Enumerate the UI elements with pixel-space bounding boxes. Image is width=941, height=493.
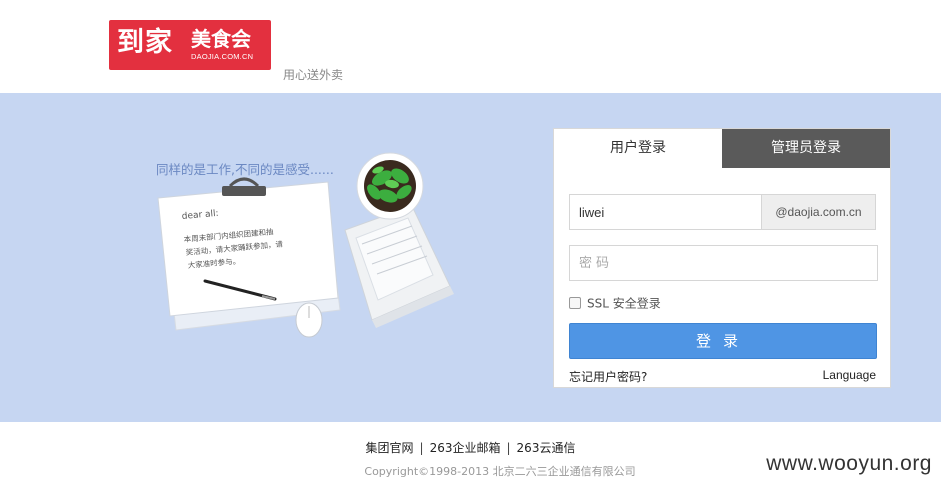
header: 到家 美食会 DAOJIA.COM.CN 用心送外卖 bbox=[0, 0, 941, 93]
watermark-text: www.wooyun.org bbox=[766, 452, 932, 475]
username-input[interactable] bbox=[570, 195, 768, 229]
slogan: 用心送外卖 bbox=[283, 68, 344, 82]
footer-separator: | bbox=[419, 441, 424, 455]
password-input[interactable] bbox=[570, 246, 877, 280]
login-button[interactable]: 登录 bbox=[569, 323, 877, 359]
ssl-checkbox[interactable] bbox=[569, 296, 581, 309]
login-panel: 用户登录 管理员登录 @daojia.com.cn SSL 安全登录 登录 忘记… bbox=[553, 128, 891, 388]
brand-logo[interactable]: 到家 美食会 DAOJIA.COM.CN bbox=[109, 20, 271, 70]
ssl-option[interactable]: SSL 安全登录 bbox=[569, 295, 661, 311]
password-group bbox=[569, 245, 878, 281]
logo-domain-text: DAOJIA.COM.CN bbox=[191, 52, 254, 61]
footer-link-263-cloud[interactable]: 263云通信 bbox=[517, 441, 576, 455]
language-link[interactable]: Language bbox=[823, 368, 876, 382]
ssl-label: SSL 安全登录 bbox=[587, 296, 661, 311]
logo-main-text: 到家 bbox=[117, 27, 173, 58]
login-banner: 同样的是工作,不同的是感受...... dear all: 本周末部门内组织团建… bbox=[0, 93, 941, 422]
footer-link-group-site[interactable]: 集团官网 bbox=[366, 441, 414, 455]
desk-illustration: dear all: 本周末部门内组织团建和抽 奖活动，请大家踊跃参加，请 大家准… bbox=[157, 152, 454, 338]
email-domain-suffix: @daojia.com.cn bbox=[761, 195, 875, 229]
username-group: @daojia.com.cn bbox=[569, 194, 876, 230]
footer-link-263-mail[interactable]: 263企业邮箱 bbox=[430, 441, 501, 455]
footer-separator: | bbox=[506, 441, 511, 455]
tab-admin-login[interactable]: 管理员登录 bbox=[722, 129, 890, 168]
tab-user-login[interactable]: 用户登录 bbox=[554, 129, 722, 168]
forgot-password-link[interactable]: 忘记用户密码? bbox=[569, 368, 647, 385]
logo-sub-text: 美食会 bbox=[191, 27, 251, 51]
